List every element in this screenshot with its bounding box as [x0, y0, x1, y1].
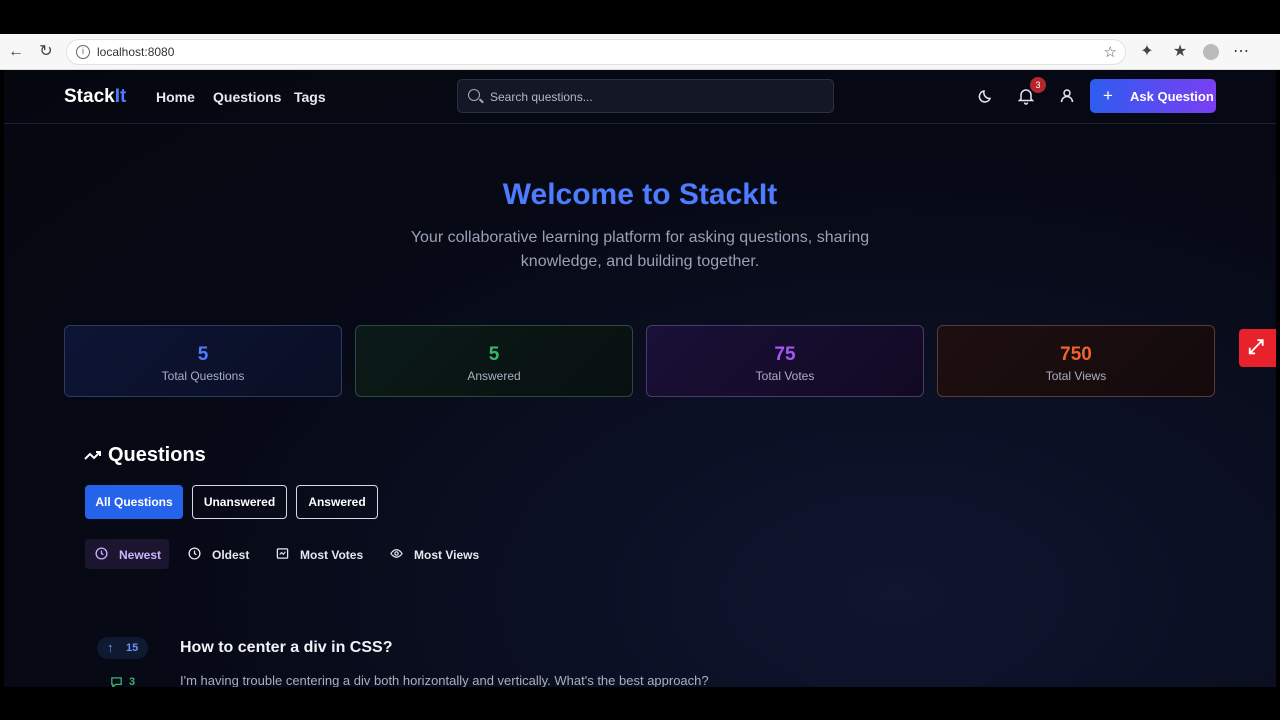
url-text: localhost:8080 [97, 45, 175, 59]
eye-icon [390, 549, 403, 558]
stat-label: Answered [467, 369, 521, 383]
questions-section-title: Questions [108, 444, 206, 466]
logo-text-stack: Stack [64, 86, 115, 107]
hero-subtitle: Your collaborative learning platform for… [410, 229, 870, 270]
stat-label: Total Votes [755, 369, 815, 383]
upvote-arrow-icon: ↑ [107, 640, 114, 655]
favorites-icon[interactable]: ★ [1170, 42, 1190, 62]
nav-link-tags[interactable]: Tags [294, 89, 326, 105]
plus-icon: + [1103, 86, 1113, 105]
screen-top-bar [0, 0, 1280, 34]
sort-newest[interactable]: Newest [85, 539, 169, 569]
user-profile-icon[interactable] [1057, 86, 1077, 106]
filter-answered[interactable]: Answered [296, 485, 378, 519]
sort-most-votes[interactable]: Most Votes [266, 539, 370, 569]
screen-bottom-bar [0, 687, 1280, 720]
filter-unanswered[interactable]: Unanswered [192, 485, 287, 519]
notification-count-badge: 3 [1030, 77, 1046, 93]
comment-icon [111, 677, 122, 687]
question-excerpt: I'm having trouble centering a div both … [180, 673, 709, 687]
extensions-icon[interactable]: ✦ [1137, 42, 1157, 62]
stat-value: 5 [488, 344, 500, 365]
stat-label: Total Questions [161, 369, 245, 383]
stat-value: 75 [774, 344, 796, 365]
search-box [457, 79, 834, 113]
dark-mode-moon-icon[interactable] [976, 86, 996, 106]
stat-label: Total Views [1045, 369, 1107, 383]
stat-card-total-votes: 75 Total Votes [646, 325, 924, 397]
top-navbar: StackIt Home Questions Tags 3 + Ask Ques… [4, 70, 1276, 124]
question-vote-count[interactable]: ↑ 15 [97, 637, 148, 659]
clock-icon [95, 547, 108, 560]
favorite-star-icon[interactable]: ☆ [1104, 43, 1117, 61]
sort-label: Oldest [212, 548, 250, 562]
profile-avatar-icon[interactable] [1201, 42, 1221, 62]
stat-card-total-questions: 5 Total Questions [64, 325, 342, 397]
logo[interactable]: StackIt [64, 86, 126, 108]
ask-question-label: Ask Question [1130, 89, 1214, 104]
more-menu-icon[interactable]: ⋯ [1231, 42, 1251, 62]
sort-oldest[interactable]: Oldest [178, 539, 258, 569]
sort-most-views[interactable]: Most Views [380, 539, 484, 569]
app-root: StackIt Home Questions Tags 3 + Ask Ques… [4, 70, 1276, 687]
question-answer-count: 3 [108, 673, 148, 687]
vote-box-icon [276, 548, 289, 559]
stat-card-total-views: 750 Total Views [937, 325, 1215, 397]
nav-link-home[interactable]: Home [156, 89, 195, 105]
stat-card-answered: 5 Answered [355, 325, 633, 397]
side-widget-tab[interactable]: ⤢ [1239, 329, 1276, 367]
sort-label: Most Votes [300, 548, 364, 562]
expand-arrows-icon: ⤢ [1248, 336, 1264, 358]
vote-count-value: 15 [126, 642, 139, 654]
back-icon[interactable]: ← [6, 42, 26, 62]
search-input[interactable] [490, 87, 820, 107]
hero-title: Welcome to StackIt [502, 178, 778, 211]
nav-link-questions[interactable]: Questions [213, 89, 281, 105]
filter-all-questions[interactable]: All Questions [85, 485, 183, 519]
search-icon [468, 89, 480, 101]
trending-up-icon [84, 451, 101, 460]
question-title-link[interactable]: How to center a div in CSS? [180, 639, 392, 657]
address-bar[interactable]: i localhost:8080 ☆ [66, 39, 1126, 65]
site-info-icon[interactable]: i [76, 45, 90, 59]
answer-count-value: 3 [129, 676, 136, 687]
sort-label: Newest [119, 548, 162, 562]
browser-toolbar: ← ↻ i localhost:8080 ☆ ✦ ★ ⋯ [0, 34, 1280, 70]
sort-label: Most Views [414, 548, 480, 562]
reload-icon[interactable]: ↻ [36, 42, 56, 62]
stat-value: 750 [1060, 344, 1092, 365]
clock-icon [188, 547, 201, 560]
ask-question-button[interactable]: + Ask Question [1090, 79, 1216, 113]
logo-text-it: It [114, 86, 127, 107]
stat-value: 5 [197, 344, 209, 365]
